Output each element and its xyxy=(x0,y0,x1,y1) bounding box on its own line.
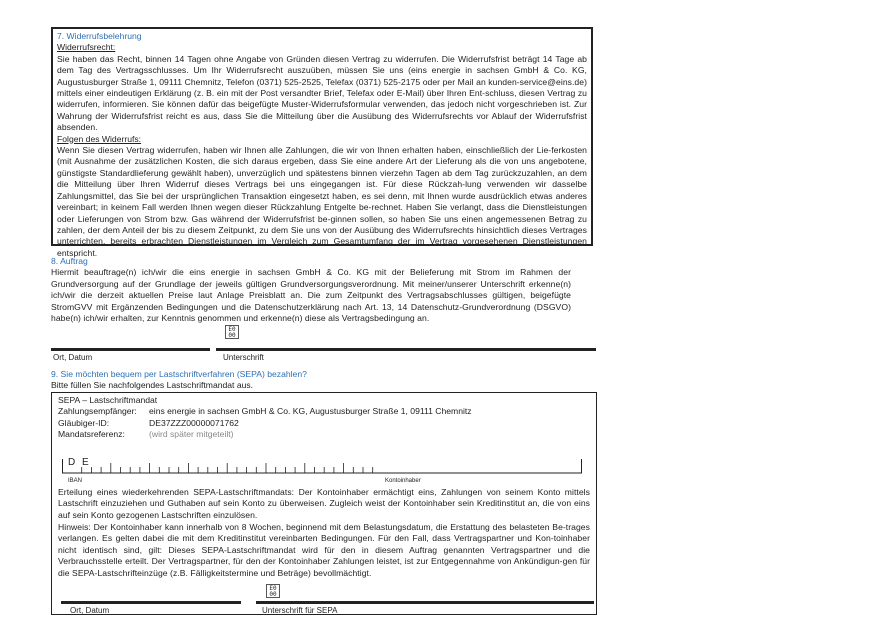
sepa-signature-marker-icon: E0 00 xyxy=(266,584,280,598)
withdrawal-right-heading: Widerrufsrecht: xyxy=(57,42,116,53)
withdrawal-right-text: Sie haben das Recht, binnen 14 Tagen ohn… xyxy=(57,53,587,133)
order-section: 8. Auftrag Hiermit beauftrage(n) ich/wir… xyxy=(51,256,596,324)
withdrawal-section: 7. Widerrufsbelehrung Widerrufsrecht: Si… xyxy=(51,27,593,258)
creditor-id-label: Gläubiger-ID: xyxy=(58,417,110,428)
signature-label: Unterschrift xyxy=(223,353,264,362)
iban-input[interactable] xyxy=(62,455,582,475)
sepa-signature-line[interactable] xyxy=(256,601,594,604)
recurring-mandate-text: Erteilung eines wiederkehrenden SEPA-Las… xyxy=(58,487,590,520)
creditor-id-value: DE37ZZZ00000071762 xyxy=(149,417,239,428)
place-date-label: Ort, Datum xyxy=(53,353,93,362)
sepa-mandate-box: SEPA – Lastschriftmandat Zahlungsempfäng… xyxy=(51,392,597,615)
account-holder-label: Kontoinhaber xyxy=(385,478,421,484)
mandate-title: SEPA – Lastschriftmandat xyxy=(58,395,158,405)
sepa-intro: Bitte füllen Sie nachfolgendes Lastschri… xyxy=(51,380,254,391)
signature-marker-icon: E0 00 xyxy=(225,325,239,339)
sepa-place-date-label: Ort, Datum xyxy=(70,606,110,615)
withdrawal-consequences-heading: Folgen des Widerrufs: xyxy=(57,133,142,144)
signature-line[interactable] xyxy=(216,348,596,351)
section9-title: 9. Sie möchten bequem per Lastschriftver… xyxy=(51,369,307,379)
payee-value: eins energie in sachsen GmbH & Co. KG, A… xyxy=(149,406,472,417)
order-text: Hiermit beauftrage(n) ich/wir die eins e… xyxy=(51,267,571,324)
withdrawal-consequences-text: Wenn Sie diesen Vertrag widerrufen, habe… xyxy=(57,145,587,258)
mandate-reference-value: (wird später mitgeteilt) xyxy=(149,429,234,440)
place-date-line[interactable] xyxy=(51,348,210,351)
sepa-section: 9. Sie möchten bequem per Lastschriftver… xyxy=(51,369,596,392)
payee-label: Zahlungsempfänger: xyxy=(58,406,137,417)
section7-title: 7. Widerrufsbelehrung xyxy=(57,31,142,41)
sepa-place-date-line[interactable] xyxy=(61,601,241,604)
mandate-reference-label: Mandatsreferenz: xyxy=(58,429,125,440)
sepa-hint-text: Hinweis: Der Kontoinhaber kann innerhalb… xyxy=(58,522,590,578)
section8-title: 8. Auftrag xyxy=(51,256,88,266)
sepa-signature-label: Unterschrift für SEPA xyxy=(262,606,338,615)
iban-prefix: D E xyxy=(68,457,91,468)
iban-label: IBAN xyxy=(68,478,83,484)
